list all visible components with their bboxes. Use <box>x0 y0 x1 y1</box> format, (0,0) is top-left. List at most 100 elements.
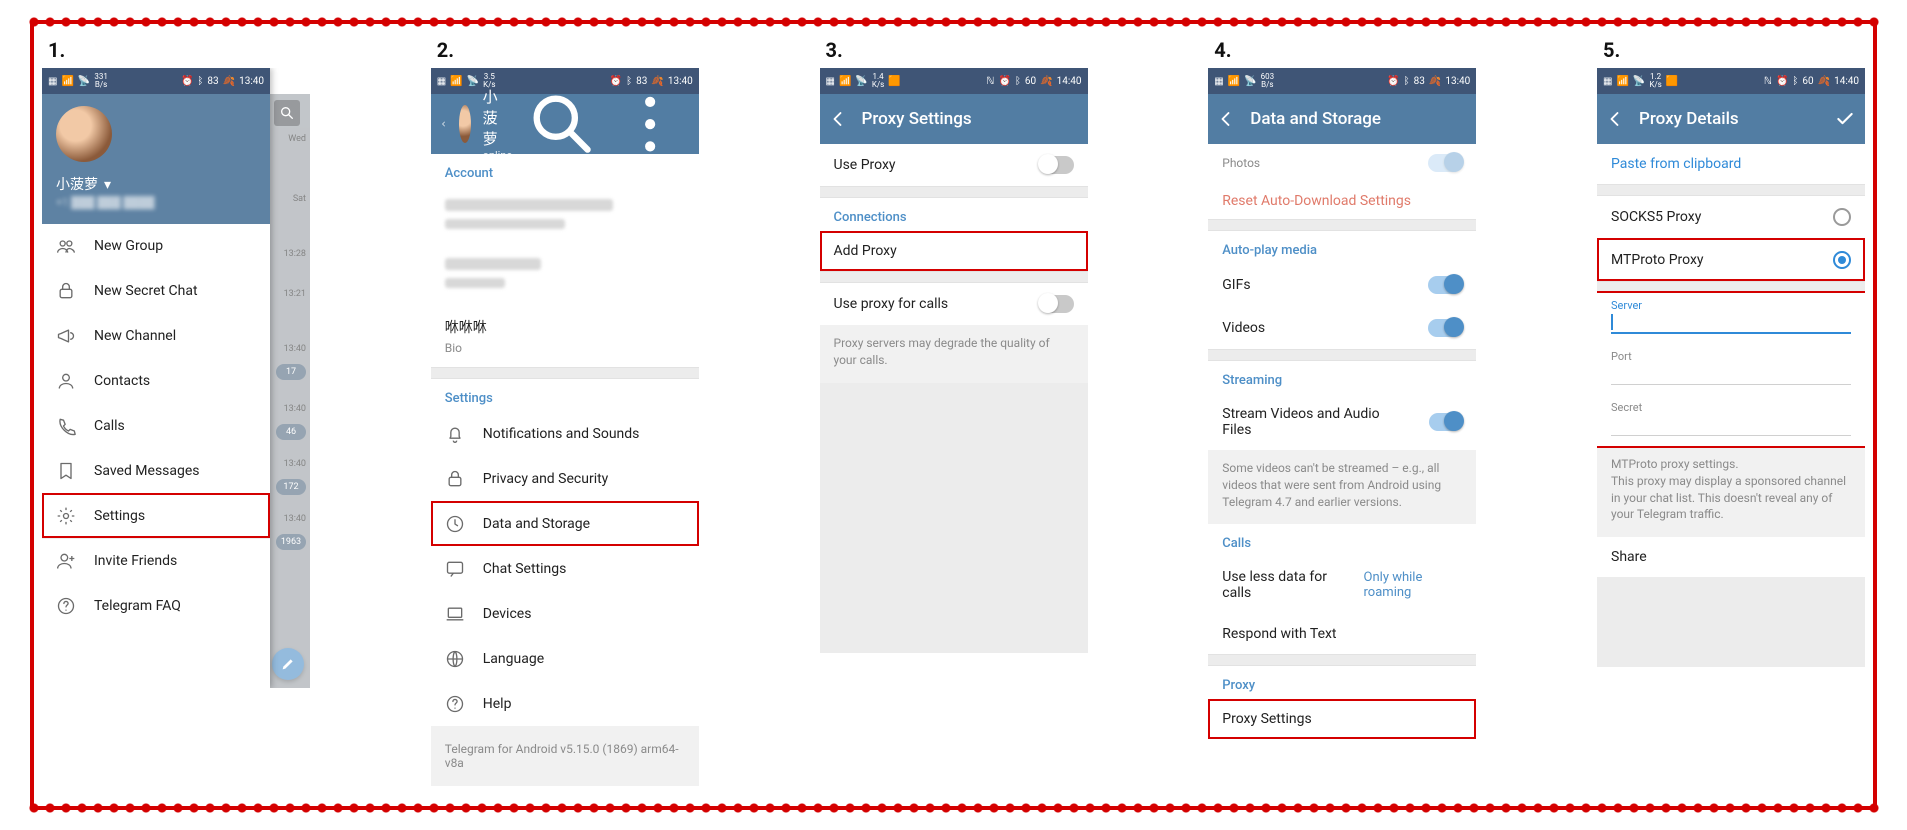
port-field[interactable]: Port <box>1597 344 1865 395</box>
gifs-toggle[interactable] <box>1428 276 1462 294</box>
about-version: Telegram for Android v5.15.0 (1869) arm6… <box>431 726 699 786</box>
gifs-row[interactable]: GIFs <box>1208 264 1476 306</box>
drawer-label: New Channel <box>94 328 176 344</box>
check-icon[interactable] <box>1835 109 1855 129</box>
search-icon[interactable] <box>274 100 300 126</box>
socks5-row[interactable]: SOCKS5 Proxy <box>1597 196 1865 238</box>
settings-privacy[interactable]: Privacy and Security <box>431 456 699 501</box>
row-label: Language <box>483 651 544 667</box>
search-icon[interactable] <box>524 86 600 162</box>
use-proxy-toggle[interactable] <box>1040 156 1074 174</box>
avatar[interactable] <box>56 106 112 162</box>
clock: 13:40 <box>239 76 264 87</box>
mtproto-radio[interactable] <box>1833 251 1851 269</box>
photos-row[interactable]: Photos <box>1208 144 1476 182</box>
server-label: Server <box>1611 299 1851 312</box>
behind-time: 13:28 <box>284 249 306 259</box>
videos-toggle[interactable] <box>1428 319 1462 337</box>
compose-fab[interactable] <box>272 648 304 680</box>
paste-clipboard-row[interactable]: Paste from clipboard <box>1597 144 1865 184</box>
settings-help[interactable]: Help <box>431 681 699 726</box>
use-proxy-calls-row[interactable]: Use proxy for calls <box>820 283 1088 325</box>
behind-day: Wed <box>288 134 306 144</box>
use-proxy-calls-toggle[interactable] <box>1040 295 1074 313</box>
drawer-item-new-group[interactable]: New Group <box>42 224 270 268</box>
section-connections: Connections <box>820 198 1088 231</box>
avatar[interactable] <box>459 105 471 143</box>
use-proxy-row[interactable]: Use Proxy <box>820 144 1088 186</box>
drawer-label: Settings <box>94 508 145 524</box>
mtproto-row[interactable]: MTProto Proxy <box>1597 238 1865 281</box>
step-1: 1. Wed Sat 13:28 13:21 13:40 17 13:40 46… <box>42 34 310 688</box>
server-input[interactable] <box>1611 312 1851 334</box>
status-bar: ▦📶📡603B/s ⏰ᛒ83🍂13:40 <box>1208 68 1476 94</box>
respond-text-row[interactable]: Respond with Text <box>1208 613 1476 654</box>
unread-badge: 17 <box>276 364 306 380</box>
row-label: GIFs <box>1222 277 1250 293</box>
row-label: MTProto Proxy <box>1611 252 1704 268</box>
behind-time: 13:40 <box>284 404 306 414</box>
back-icon[interactable] <box>830 110 848 128</box>
account-bio-row[interactable]: 咻咻咻 Bio <box>431 304 699 367</box>
step-2: 2. ▦📶📡3.5K/s ⏰ᛒ83🍂13:40 小菠萝 online Accou… <box>431 34 699 786</box>
globe-icon <box>445 649 465 669</box>
settings-notifications[interactable]: Notifications and Sounds <box>431 412 699 456</box>
secret-field[interactable]: Secret <box>1597 395 1865 446</box>
drawer-header: 小菠萝▾ +1 ███ ███ ████ <box>42 94 270 224</box>
back-icon[interactable] <box>1218 110 1236 128</box>
settings-chat[interactable]: Chat Settings <box>431 546 699 591</box>
step-5: 5. ▦📶📡1.2K/s🟧 ℕ⏰ᛒ60🍂14:40 Proxy Details … <box>1597 34 1865 667</box>
drawer-item-invite-friends[interactable]: Invite Friends <box>42 539 270 583</box>
drawer-item-calls[interactable]: Calls <box>42 403 270 448</box>
drawer-username: 小菠萝 <box>56 177 98 193</box>
group-icon <box>56 236 76 256</box>
behind-time: 13:40 <box>284 459 306 469</box>
add-person-icon <box>56 551 76 571</box>
section-autoplay: Auto-play media <box>1208 231 1476 264</box>
share-row[interactable]: Share <box>1597 537 1865 577</box>
drawer-item-saved-messages[interactable]: Saved Messages <box>42 448 270 493</box>
unread-badge: 46 <box>276 424 306 440</box>
back-icon[interactable] <box>441 114 447 134</box>
drawer-item-new-channel[interactable]: New Channel <box>42 313 270 358</box>
settings-language[interactable]: Language <box>431 636 699 681</box>
stream-row[interactable]: Stream Videos and Audio Files <box>1208 394 1476 450</box>
help-icon <box>56 596 76 616</box>
secret-label: Secret <box>1611 401 1851 414</box>
proxy-settings-row[interactable]: Proxy Settings <box>1208 699 1476 739</box>
row-label: Photos <box>1222 156 1260 170</box>
reset-auto-download[interactable]: Reset Auto-Download Settings <box>1208 182 1476 219</box>
stream-toggle[interactable] <box>1429 413 1463 431</box>
chevron-down-icon[interactable]: ▾ <box>104 177 111 193</box>
secret-input[interactable] <box>1611 414 1851 436</box>
settings-devices[interactable]: Devices <box>431 591 699 636</box>
drawer-item-telegram-faq[interactable]: Telegram FAQ <box>42 583 270 628</box>
less-data-row[interactable]: Use less data for callsOnly while roamin… <box>1208 557 1476 613</box>
row-label: Add Proxy <box>834 243 897 259</box>
more-icon[interactable] <box>612 86 688 162</box>
back-icon[interactable] <box>1607 110 1625 128</box>
page-title: Proxy Details <box>1639 109 1821 129</box>
drawer-item-contacts[interactable]: Contacts <box>42 358 270 403</box>
account-username-row[interactable] <box>431 245 699 304</box>
account-phone-row[interactable] <box>431 187 699 245</box>
row-label: Devices <box>483 606 532 622</box>
photos-toggle[interactable] <box>1428 154 1462 172</box>
port-input[interactable] <box>1611 363 1851 385</box>
add-proxy-row[interactable]: Add Proxy <box>820 231 1088 271</box>
row-label: Use Proxy <box>834 157 896 173</box>
profile-status: online <box>483 149 513 162</box>
night-mode-icon[interactable] <box>236 106 256 126</box>
drawer-label: Calls <box>94 418 125 434</box>
settings-data-storage[interactable]: Data and Storage <box>431 501 699 546</box>
videos-row[interactable]: Videos <box>1208 306 1476 349</box>
drawer-item-settings[interactable]: Settings <box>42 493 270 538</box>
unread-badge: 1963 <box>276 534 306 550</box>
drawer-item-new-secret-chat[interactable]: New Secret Chat <box>42 268 270 313</box>
mtproto-hint: MTProto proxy settings. This proxy may d… <box>1597 446 1865 537</box>
socks5-radio[interactable] <box>1833 208 1851 226</box>
server-field[interactable]: Server <box>1597 293 1865 344</box>
clock: 13:40 <box>668 76 693 87</box>
wifi-icon: 📡 <box>78 76 90 87</box>
phone-icon <box>56 416 76 436</box>
